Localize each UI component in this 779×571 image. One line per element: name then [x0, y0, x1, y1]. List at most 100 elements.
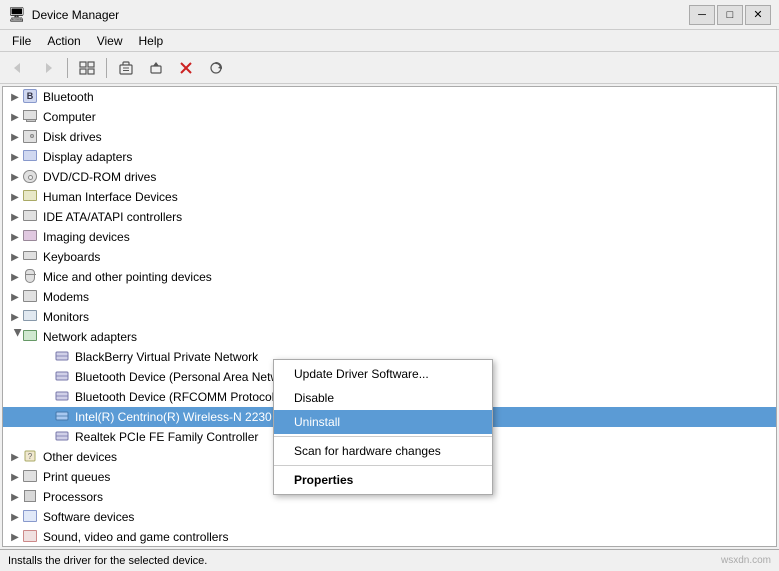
hid-label: Human Interface Devices: [43, 190, 178, 204]
menu-action[interactable]: Action: [39, 32, 88, 50]
toggle-hid[interactable]: ▶: [7, 189, 23, 205]
tree-item-network-adapters[interactable]: ▶ Network adapters: [3, 327, 776, 347]
toolbar: [0, 52, 779, 84]
dvd-label: DVD/CD-ROM drives: [43, 170, 156, 184]
uninstall-device-button[interactable]: [172, 55, 200, 81]
ctx-disable[interactable]: Disable: [274, 386, 492, 410]
tree-item-mice[interactable]: ▶ Mice and other pointing devices: [3, 267, 776, 287]
tree-item-imaging[interactable]: ▶ Imaging devices: [3, 227, 776, 247]
modems-label: Modems: [43, 290, 89, 304]
computer-icon: [23, 109, 39, 125]
toggle-sound[interactable]: ▶: [7, 529, 23, 545]
toggle-imaging[interactable]: ▶: [7, 229, 23, 245]
title-bar: 🖥 Device Manager ─ □ ✕: [0, 0, 779, 30]
realtek-label: Realtek PCIe FE Family Controller: [75, 430, 258, 444]
tree-item-hid[interactable]: ▶ Human Interface Devices: [3, 187, 776, 207]
tree-item-ide[interactable]: ▶ IDE ATA/ATAPI controllers: [3, 207, 776, 227]
tree-item-sound-video[interactable]: ▶ Sound, video and game controllers: [3, 527, 776, 547]
print-icon: [23, 469, 39, 485]
ide-label: IDE ATA/ATAPI controllers: [43, 210, 182, 224]
bluetooth-label: Bluetooth: [43, 90, 94, 104]
mice-label: Mice and other pointing devices: [43, 270, 212, 284]
bt-pan-icon: [55, 369, 71, 385]
tree-item-computer[interactable]: ▶ Computer: [3, 107, 776, 127]
menu-bar: File Action View Help: [0, 30, 779, 52]
tree-item-software-devices[interactable]: ▶ Software devices: [3, 507, 776, 527]
display-icon: [23, 149, 39, 165]
menu-file[interactable]: File: [4, 32, 39, 50]
keyboards-icon: [23, 249, 39, 265]
toggle-disk-drives[interactable]: ▶: [7, 129, 23, 145]
ctx-update-driver[interactable]: Update Driver Software...: [274, 362, 492, 386]
tree-item-dvd[interactable]: ▶ DVD/CD-ROM drives: [3, 167, 776, 187]
dvd-icon: [23, 169, 39, 185]
mice-icon: [23, 269, 39, 285]
back-button[interactable]: [4, 55, 32, 81]
toggle-other[interactable]: ▶: [7, 449, 23, 465]
maximize-button[interactable]: □: [717, 5, 743, 25]
tree-item-bluetooth[interactable]: ▶ B Bluetooth: [3, 87, 776, 107]
processors-label: Processors: [43, 490, 103, 504]
context-menu: Update Driver Software... Disable Uninst…: [273, 359, 493, 495]
other-devices-icon: ?: [23, 449, 39, 465]
title-bar-controls: ─ □ ✕: [689, 5, 771, 25]
intel-wireless-icon: [55, 409, 71, 425]
forward-button[interactable]: [34, 55, 62, 81]
ctx-uninstall[interactable]: Uninstall: [274, 410, 492, 434]
imaging-icon: [23, 229, 39, 245]
toolbar-separator-2: [106, 58, 107, 78]
tree-item-monitors[interactable]: ▶ Monitors: [3, 307, 776, 327]
menu-help[interactable]: Help: [131, 32, 172, 50]
ide-icon: [23, 209, 39, 225]
bluetooth-icon: B: [23, 89, 39, 105]
scan-hardware-button[interactable]: [202, 55, 230, 81]
properties-button[interactable]: [112, 55, 140, 81]
ctx-properties[interactable]: Properties: [274, 468, 492, 492]
blackberry-icon: [55, 349, 71, 365]
toggle-display[interactable]: ▶: [7, 149, 23, 165]
ctx-separator: [274, 436, 492, 437]
monitors-icon: [23, 309, 39, 325]
show-hidden-button[interactable]: [73, 55, 101, 81]
toggle-bluetooth[interactable]: ▶: [7, 89, 23, 105]
bluetooth-pan-label: Bluetooth Device (Personal Area Network): [75, 370, 300, 384]
toolbar-separator-1: [67, 58, 68, 78]
monitors-label: Monitors: [43, 310, 89, 324]
toggle-keyboards[interactable]: ▶: [7, 249, 23, 265]
software-icon: [23, 509, 39, 525]
close-button[interactable]: ✕: [745, 5, 771, 25]
update-driver-button[interactable]: [142, 55, 170, 81]
blackberry-vpn-label: BlackBerry Virtual Private Network: [75, 350, 258, 364]
toggle-network-adapters[interactable]: ▶: [7, 329, 23, 345]
toggle-ide[interactable]: ▶: [7, 209, 23, 225]
toggle-processors[interactable]: ▶: [7, 489, 23, 505]
tree-item-keyboards[interactable]: ▶ Keyboards: [3, 247, 776, 267]
svg-text:?: ?: [28, 452, 33, 461]
status-text: Installs the driver for the selected dev…: [8, 555, 207, 567]
toggle-software[interactable]: ▶: [7, 509, 23, 525]
tree-item-disk-drives[interactable]: ▶ Disk drives: [3, 127, 776, 147]
app-icon: 🖥: [8, 6, 26, 23]
toggle-print[interactable]: ▶: [7, 469, 23, 485]
tree-item-modems[interactable]: ▶ Modems: [3, 287, 776, 307]
watermark: wsxdn.com: [721, 555, 771, 566]
window-title: Device Manager: [32, 8, 119, 22]
realtek-icon: [55, 429, 71, 445]
menu-view[interactable]: View: [89, 32, 131, 50]
toggle-monitors[interactable]: ▶: [7, 309, 23, 325]
toggle-modems[interactable]: ▶: [7, 289, 23, 305]
minimize-button[interactable]: ─: [689, 5, 715, 25]
display-adapters-label: Display adapters: [43, 150, 132, 164]
bluetooth-rfcomm-label: Bluetooth Device (RFCOMM Protocol TDI): [75, 390, 301, 404]
computer-label: Computer: [43, 110, 96, 124]
ctx-separator-2: [274, 465, 492, 466]
status-bar: Installs the driver for the selected dev…: [0, 549, 779, 571]
toggle-mice[interactable]: ▶: [7, 269, 23, 285]
device-tree[interactable]: ▶ B Bluetooth ▶ Computer ▶ Dis: [2, 86, 777, 547]
tree-item-display-adapters[interactable]: ▶ Display adapters: [3, 147, 776, 167]
toggle-dvd[interactable]: ▶: [7, 169, 23, 185]
intel-wireless-label: Intel(R) Centrino(R) Wireless-N 2230: [75, 410, 272, 424]
keyboards-label: Keyboards: [43, 250, 100, 264]
ctx-scan[interactable]: Scan for hardware changes: [274, 439, 492, 463]
toggle-computer[interactable]: ▶: [7, 109, 23, 125]
